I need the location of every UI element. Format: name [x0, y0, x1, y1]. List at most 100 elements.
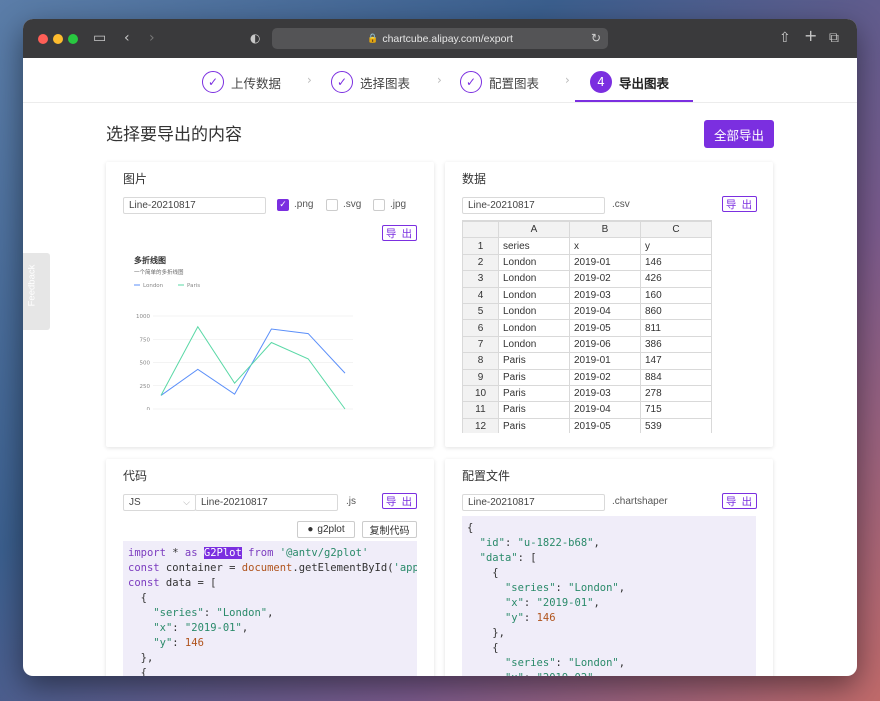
table-cell[interactable]: Paris	[498, 352, 570, 370]
jpg-checkbox[interactable]	[373, 199, 385, 211]
row-header[interactable]: 5	[462, 302, 499, 321]
table-cell[interactable]: 2019-01	[569, 253, 641, 272]
table-row: 11 Paris 2019-04 715	[462, 401, 712, 419]
privacy-shield-icon[interactable]: ◐	[250, 29, 260, 47]
config-card: 配置文件 Line-20210817 .chartshaper 导 出 { "i…	[445, 459, 773, 676]
table-cell[interactable]: 2019-02	[569, 270, 641, 288]
row-header[interactable]: 2	[462, 253, 499, 272]
tab-overview-icon[interactable]: ⧉	[829, 29, 839, 47]
table-cell[interactable]: 884	[640, 368, 712, 386]
table-cell[interactable]: 426	[640, 270, 712, 288]
reload-icon[interactable]: ↻	[591, 31, 601, 45]
table-cell[interactable]: London	[498, 335, 570, 354]
column-header[interactable]: B	[569, 221, 641, 239]
step-upload-data[interactable]: ✓ 上传数据	[202, 70, 281, 94]
svg-checkbox[interactable]	[326, 199, 338, 211]
step-export-chart[interactable]: 4 导出图表	[590, 70, 669, 94]
sidebar-icon[interactable]: ▭	[93, 29, 106, 47]
export-config-button[interactable]: 导 出	[722, 493, 757, 509]
table-cell[interactable]: Paris	[498, 368, 570, 386]
table-cell[interactable]: London	[498, 286, 570, 304]
table-cell[interactable]: London	[498, 319, 570, 337]
row-header[interactable]: 11	[462, 401, 499, 419]
export-all-button[interactable]: 全部导出	[704, 120, 774, 148]
table-cell[interactable]: 2019-06	[569, 335, 641, 354]
y-tick-label: 750	[140, 337, 151, 343]
table-cell[interactable]: 2019-04	[569, 401, 641, 419]
table-cell[interactable]: 2019-02	[569, 368, 641, 386]
table-cell[interactable]: 2019-05	[569, 417, 641, 433]
github-icon: ●	[307, 524, 314, 535]
minimize-window-button[interactable]	[53, 34, 63, 44]
export-data-button[interactable]: 导 出	[722, 196, 757, 212]
table-cell[interactable]: 160	[640, 286, 712, 304]
row-header[interactable]: 4	[462, 286, 499, 304]
table-cell[interactable]: 539	[640, 417, 712, 433]
chevron-down-icon: ⌵	[183, 497, 190, 507]
row-header[interactable]: 7	[462, 335, 499, 354]
forward-icon[interactable]: ›	[149, 29, 155, 47]
back-icon[interactable]: ‹	[124, 29, 130, 47]
column-header[interactable]: C	[640, 221, 712, 239]
y-tick-label: 0	[147, 407, 151, 410]
table-cell[interactable]: 2019-05	[569, 319, 641, 337]
row-header[interactable]: 3	[462, 270, 499, 288]
chevron-right-icon: ›	[565, 73, 570, 87]
copy-code-button[interactable]: 复制代码	[362, 521, 417, 538]
export-image-button[interactable]: 导 出	[382, 225, 417, 241]
zoom-window-button[interactable]	[68, 34, 78, 44]
csv-extension: .csv	[612, 199, 630, 210]
row-header[interactable]: 9	[462, 368, 499, 386]
page-title: 选择要导出的内容	[106, 125, 242, 145]
card-title: 配置文件	[462, 469, 511, 483]
table-cell[interactable]: x	[569, 237, 641, 255]
row-header[interactable]: 8	[462, 352, 499, 370]
table-cell[interactable]: Paris	[498, 417, 570, 433]
check-icon: ✓	[331, 71, 353, 93]
address-bar[interactable]: 🔒 chartcube.alipay.com/export ↻	[272, 28, 608, 49]
data-table[interactable]: ABC 1 series x y 2 London 2019-01 146 3 London 201…	[462, 220, 712, 433]
table-cell[interactable]: 811	[640, 319, 712, 337]
image-filename-input[interactable]: Line-20210817	[123, 197, 266, 214]
step-configure-chart[interactable]: ✓ 配置图表	[460, 70, 539, 94]
table-cell[interactable]: Paris	[498, 401, 570, 419]
step-select-chart[interactable]: ✓ 选择图表	[331, 70, 410, 94]
y-tick-label: 500	[140, 361, 151, 367]
table-cell[interactable]: Paris	[498, 384, 570, 403]
table-cell[interactable]: y	[640, 237, 712, 255]
table-cell[interactable]: 2019-03	[569, 384, 641, 403]
table-cell[interactable]: 860	[640, 302, 712, 321]
code-block[interactable]: import * as G2Plot from '@antv/g2plot' c…	[123, 541, 417, 676]
table-cell[interactable]: 278	[640, 384, 712, 403]
code-filename-input[interactable]: Line-20210817	[195, 494, 338, 511]
data-filename-input[interactable]: Line-20210817	[462, 197, 605, 214]
png-checkbox[interactable]: ✓	[277, 199, 289, 211]
export-code-button[interactable]: 导 出	[382, 493, 417, 509]
feedback-tab[interactable]: Feedback	[23, 253, 50, 330]
table-cell[interactable]: 146	[640, 253, 712, 272]
table-cell[interactable]: 2019-04	[569, 302, 641, 321]
config-filename-input[interactable]: Line-20210817	[462, 494, 605, 511]
column-header[interactable]: A	[498, 221, 570, 239]
table-cell[interactable]: 386	[640, 335, 712, 354]
table-cell[interactable]: 2019-03	[569, 286, 641, 304]
table-cell[interactable]: series	[498, 237, 570, 255]
row-header[interactable]: 10	[462, 384, 499, 403]
table-cell[interactable]: 2019-01	[569, 352, 641, 370]
row-header[interactable]: 6	[462, 319, 499, 337]
g2plot-button[interactable]: ● g2plot	[297, 521, 355, 538]
table-cell[interactable]: London	[498, 253, 570, 272]
table-cell[interactable]: 147	[640, 352, 712, 370]
row-header[interactable]: 1	[462, 237, 499, 255]
table-cell[interactable]: London	[498, 302, 570, 321]
table-cell[interactable]: London	[498, 270, 570, 288]
language-select[interactable]: JS ⌵	[123, 494, 196, 511]
table-cell[interactable]: 715	[640, 401, 712, 419]
config-block[interactable]: { "id": "u-1822-b68", "data": [ { "serie…	[462, 516, 756, 676]
close-window-button[interactable]	[38, 34, 48, 44]
share-icon[interactable]: ⇧	[779, 29, 791, 47]
step-navigation: ✓ 上传数据 › ✓ 选择图表 › ✓ 配置图表 › 4 导出图表	[23, 58, 857, 103]
new-tab-icon[interactable]: +	[804, 27, 817, 45]
row-header[interactable]: 12	[462, 417, 499, 433]
table-row: 12 Paris 2019-05 539	[462, 417, 712, 433]
